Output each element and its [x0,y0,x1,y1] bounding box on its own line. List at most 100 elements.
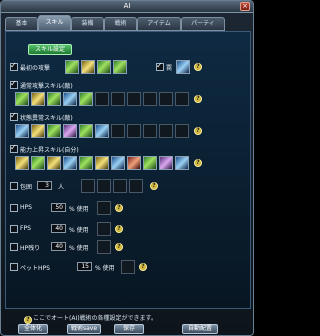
buff-skill-label: 能力上昇スキル(自分) [20,147,79,154]
buff-skill-7-icon[interactable] [111,156,125,170]
common-skill-4-icon[interactable] [63,92,77,106]
common-skill-5-icon[interactable] [79,92,93,106]
skill-slot-empty[interactable] [97,201,111,215]
help-message-text: ここでオート(AI)戦術の各種設定ができます。 [33,315,157,322]
status-skill-4-icon[interactable] [63,124,77,138]
pet-hp-checkbox[interactable] [10,263,18,271]
buff-skill-4-icon[interactable] [63,156,77,170]
common-skill-checkbox[interactable] [10,79,18,89]
hp-remain-label: HP残り [20,245,41,252]
help-icon[interactable]: ? [194,159,202,167]
common-skill-1-icon[interactable] [15,92,29,106]
auto-arrange-button[interactable]: 自動配置 [182,324,218,334]
surround-count-field[interactable]: 3 [37,181,52,190]
buff-skill-2-icon[interactable] [31,156,45,170]
trap-label: 罠 [166,65,173,72]
skill-slot-empty[interactable] [127,124,141,138]
skill-slot-empty[interactable] [143,92,157,106]
hp-remain-suffix: % 使用 [69,245,89,252]
panel-title: スキル設定 [28,44,72,55]
tab-basic[interactable]: 基本 [5,17,38,31]
hp-checkbox[interactable] [10,204,18,212]
tab-item[interactable]: アイテム [137,17,181,31]
help-icon: ? [24,316,32,324]
help-icon[interactable]: ? [115,243,123,251]
common-skill-2-icon[interactable] [31,92,45,106]
hp-remain-checkbox[interactable] [10,243,18,251]
pet-hp-suffix: % 使用 [95,265,115,272]
tab-skill[interactable]: スキル [38,15,71,31]
status-skill-6-icon[interactable] [95,124,109,138]
fp-percent-field[interactable]: 40 [51,224,66,233]
hp-remain-percent-field[interactable]: 40 [51,242,66,251]
help-icon[interactable]: ? [194,127,202,135]
window-title: AI [123,2,131,10]
surround-label: 包囲 [20,184,33,191]
skill-slot-empty[interactable] [111,124,125,138]
status-skill-3-icon[interactable] [47,124,61,138]
trap-skill-icon[interactable] [176,60,190,74]
status-skill-checkbox[interactable] [10,111,18,121]
skill-slot-empty[interactable] [113,179,127,193]
help-icon[interactable]: ? [194,95,202,103]
skill-slot-1-icon[interactable] [65,60,79,74]
fp-suffix: % 使用 [69,227,89,234]
status-skill-5-icon[interactable] [79,124,93,138]
skill-slot-empty[interactable] [81,179,95,193]
tab-equip[interactable]: 装備 [71,17,104,31]
common-skill-3-icon[interactable] [47,92,61,106]
status-skill-label: 状態異常スキル(敵) [20,115,73,122]
skill-slot-empty[interactable] [97,179,111,193]
first-attack-checkbox[interactable] [10,61,18,71]
buff-skill-11-icon[interactable] [175,156,189,170]
hp-percent-field[interactable]: 50 [51,203,66,212]
tab-party[interactable]: パーティ [181,17,225,31]
pet-hp-label: ペットHPS [20,265,50,272]
skill-slot-empty[interactable] [129,179,143,193]
surround-checkbox[interactable] [10,182,18,190]
save-button[interactable]: 保存 [114,324,144,334]
title-bar[interactable]: AI × [1,1,253,13]
apply-all-button[interactable]: 全体化 [18,324,48,334]
skill-slot-empty[interactable] [111,92,125,106]
skill-slot-empty[interactable] [159,92,173,106]
hp-suffix: % 使用 [69,206,89,213]
skill-slot-4-icon[interactable] [113,60,127,74]
skill-slot-empty[interactable] [175,92,189,106]
tactics-save-button[interactable]: 戦術save [67,324,101,334]
help-icon[interactable]: ? [115,225,123,233]
buff-skill-5-icon[interactable] [79,156,93,170]
skill-slot-empty[interactable] [97,222,111,236]
buff-skill-10-icon[interactable] [159,156,173,170]
fp-label: FPS [20,225,31,232]
skill-slot-empty[interactable] [127,92,141,106]
buff-skill-3-icon[interactable] [47,156,61,170]
fp-checkbox[interactable] [10,225,18,233]
tab-tactics[interactable]: 戦術 [104,17,137,31]
skill-slot-empty[interactable] [95,92,109,106]
status-skill-1-icon[interactable] [15,124,29,138]
buff-skill-6-icon[interactable] [95,156,109,170]
skill-slot-empty[interactable] [97,240,111,254]
trap-checkbox[interactable] [156,61,164,71]
first-attack-label: 最初の攻撃 [20,65,51,72]
status-skill-2-icon[interactable] [31,124,45,138]
skill-slot-2-icon[interactable] [81,60,95,74]
skill-slot-empty[interactable] [159,124,173,138]
pet-hp-percent-field[interactable]: 15 [77,262,92,271]
buff-skill-8-icon[interactable] [127,156,141,170]
help-icon[interactable]: ? [139,263,147,271]
help-icon[interactable]: ? [194,63,202,71]
buff-skill-1-icon[interactable] [15,156,29,170]
skill-slot-empty[interactable] [121,260,135,274]
buff-skill-9-icon[interactable] [143,156,157,170]
common-skill-label: 通常攻撃スキル(敵) [20,83,73,90]
skill-slot-empty[interactable] [143,124,157,138]
help-icon[interactable]: ? [150,182,158,190]
buff-skill-checkbox[interactable] [10,143,18,153]
close-icon[interactable]: × [240,2,250,11]
help-icon[interactable]: ? [115,204,123,212]
skill-slot-empty[interactable] [175,124,189,138]
surround-unit: 人 [58,184,65,191]
skill-slot-3-icon[interactable] [97,60,111,74]
